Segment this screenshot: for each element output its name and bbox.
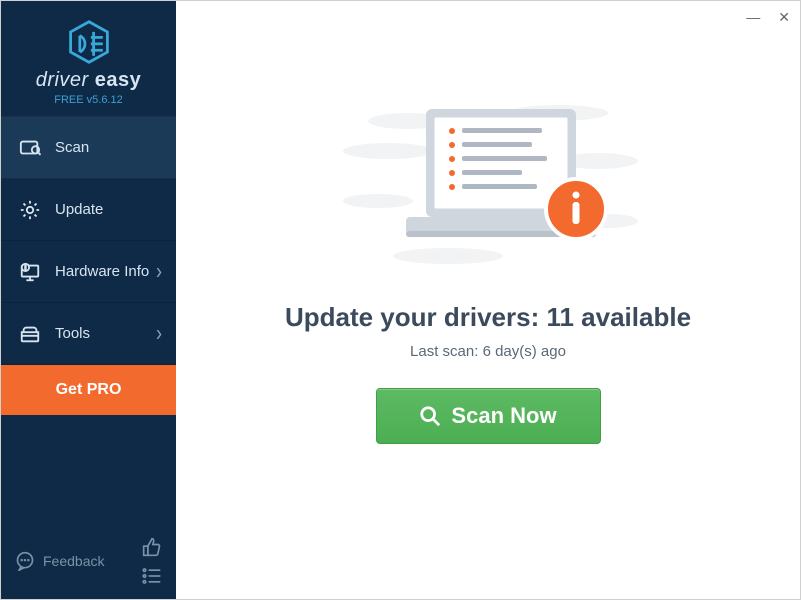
feedback-button[interactable]: Feedback: [15, 551, 104, 571]
nav-tools-label: Tools: [55, 325, 90, 342]
nav-hardware-info[interactable]: i Hardware Info ›: [1, 241, 176, 303]
main-content: Update your drivers: 11 available Last s…: [176, 1, 800, 599]
window-close[interactable]: ✕: [778, 9, 790, 26]
footer-right-icons: [142, 537, 162, 585]
nav-tools[interactable]: Tools ›: [1, 303, 176, 365]
thumbs-up-icon[interactable]: [142, 537, 162, 557]
last-scan-text: Last scan: 6 day(s) ago: [410, 343, 566, 360]
headline: Update your drivers: 11 available: [285, 302, 691, 333]
nav-scan[interactable]: Scan: [1, 117, 176, 179]
scan-now-button[interactable]: Scan Now: [376, 388, 601, 444]
svg-text:i: i: [25, 265, 26, 272]
get-pro-button[interactable]: Get PRO: [1, 365, 176, 415]
brand-block: driver easy FREE v5.6.12: [1, 1, 176, 117]
laptop-illustration: [328, 91, 648, 276]
app-name: driver easy: [1, 69, 176, 92]
feedback-label: Feedback: [43, 553, 104, 569]
window-controls: — ✕: [746, 9, 790, 26]
app-version: FREE v5.6.12: [1, 94, 176, 106]
magnifier-icon: [419, 405, 441, 427]
window-minimize[interactable]: —: [746, 9, 760, 26]
chevron-right-icon: ›: [156, 258, 162, 285]
chat-icon: [15, 551, 35, 571]
app-logo-icon: [66, 19, 112, 65]
nav-update-label: Update: [55, 201, 103, 218]
toolbox-icon: [19, 323, 41, 345]
monitor-info-icon: i: [19, 261, 41, 283]
sidebar-footer: Feedback: [1, 527, 176, 599]
sidebar: driver easy FREE v5.6.12 Scan Update: [1, 1, 176, 599]
nav: Scan Update i Hardware Inf: [1, 117, 176, 527]
gear-icon: [19, 199, 41, 221]
scan-icon: [19, 137, 41, 159]
nav-hardware-info-label: Hardware Info: [55, 263, 149, 280]
list-icon[interactable]: [142, 567, 162, 585]
nav-update[interactable]: Update: [1, 179, 176, 241]
nav-scan-label: Scan: [55, 139, 89, 156]
scan-now-label: Scan Now: [451, 403, 556, 429]
chevron-right-icon: ›: [156, 320, 162, 347]
